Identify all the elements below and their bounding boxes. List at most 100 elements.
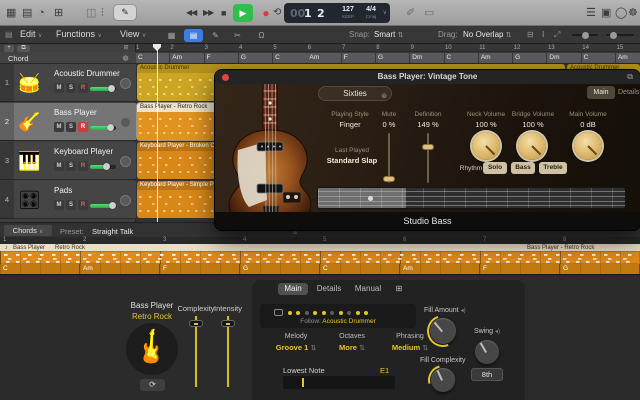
plugin-titlebar[interactable]: Bass Player: Vintage Tone ⧉: [215, 70, 640, 84]
chord-chip[interactable]: Am: [616, 53, 640, 63]
list-editors-icon[interactable]: ☰: [586, 5, 596, 21]
tuner-icon[interactable]: ✐: [406, 5, 415, 21]
track-header-acoustic-drummer[interactable]: 1 🥁 Acoustic Drummer M S R: [0, 64, 136, 102]
mute-slider[interactable]: [388, 133, 390, 183]
media-browser-icon[interactable]: ▣: [601, 5, 611, 21]
melody-value[interactable]: Groove 1 ⇅: [266, 343, 326, 352]
speaker-icon[interactable]: ◂): [495, 329, 500, 335]
library-icon[interactable]: ▤: [22, 5, 32, 21]
editors-toggle-icon[interactable]: ◫: [86, 5, 96, 21]
chord-chip[interactable]: C: [445, 53, 478, 63]
chord-chip[interactable]: F: [205, 53, 238, 63]
solo-button[interactable]: S: [66, 83, 76, 93]
catch-playhead-icon[interactable]: ⊟: [527, 30, 534, 39]
chord-chip[interactable]: C: [582, 53, 615, 63]
plugin-tab-details[interactable]: Details: [618, 89, 639, 96]
stop-button[interactable]: ■: [221, 4, 225, 22]
tab-main[interactable]: Main: [278, 283, 308, 295]
track-header-keyboard-player[interactable]: 3 🎹 Keyboard Player M S R: [0, 142, 136, 180]
solo-button[interactable]: S: [66, 161, 76, 171]
editor-ruler[interactable]: 12345678: [0, 237, 640, 244]
regenerate-button[interactable]: ⟳: [140, 379, 165, 391]
tab-manual[interactable]: Manual: [350, 283, 386, 295]
chord-cell[interactable]: C: [0, 264, 80, 274]
volume-slider[interactable]: [90, 204, 116, 208]
snap-dropdown[interactable]: Smart ⇅: [374, 30, 403, 39]
mute-button[interactable]: M: [54, 122, 64, 132]
chord-chip[interactable]: F: [342, 53, 375, 63]
quick-help-icon[interactable]: ◯: [615, 5, 627, 21]
volume-slider[interactable]: [90, 87, 116, 91]
bottom-preset-name[interactable]: Retro Rock: [112, 312, 192, 321]
chord-cell[interactable]: F: [160, 264, 240, 274]
mute-button[interactable]: M: [54, 161, 64, 171]
menu-functions[interactable]: Functions ∨: [56, 29, 102, 39]
record-enable-button[interactable]: R: [78, 161, 88, 171]
pencil-tool-icon[interactable]: ✎: [206, 29, 225, 42]
volume-slider[interactable]: [90, 126, 116, 130]
chord-chip[interactable]: G: [376, 53, 409, 63]
editor-grid-icon[interactable]: ⊞: [392, 283, 406, 295]
chord-chip[interactable]: C: [136, 53, 169, 63]
chord-chip[interactable]: Am: [170, 53, 203, 63]
rhythm-bass-button[interactable]: Bass: [511, 162, 535, 174]
fretboard-display[interactable]: [318, 188, 625, 208]
mixer-icon[interactable]: ⫶: [101, 5, 104, 21]
chord-cell[interactable]: G: [560, 264, 640, 274]
close-icon[interactable]: [222, 74, 229, 81]
quick-help-toggle-icon[interactable]: ◔: [38, 5, 45, 21]
record-enable-button[interactable]: R: [78, 200, 88, 210]
track-header-bass-player[interactable]: 2 🎸 Bass Player M S R: [0, 103, 136, 141]
notepad-button[interactable]: ✎: [114, 5, 136, 20]
solo-button[interactable]: S: [66, 200, 76, 210]
horizontal-zoom-slider[interactable]: [572, 34, 598, 36]
pan-knob[interactable]: [120, 117, 131, 128]
solo-button[interactable]: S: [66, 122, 76, 132]
editor-notes-lane[interactable]: [0, 251, 640, 264]
swing-rate-button[interactable]: 8th: [471, 368, 503, 381]
loop-browser-icon[interactable]: ⊞: [54, 5, 63, 21]
plugin-tab-main[interactable]: Main: [587, 86, 615, 99]
pan-knob[interactable]: [120, 195, 131, 206]
musician-icon[interactable]: Ω: [252, 29, 271, 42]
link-icon[interactable]: ⧉: [627, 72, 633, 82]
play-button[interactable]: ▶: [233, 4, 253, 22]
record-enable-button[interactable]: R: [78, 122, 88, 132]
chord-chip[interactable]: G: [239, 53, 272, 63]
mute-button[interactable]: M: [54, 83, 64, 93]
main-volume-knob[interactable]: [574, 132, 602, 160]
neck-volume-knob[interactable]: [472, 132, 500, 160]
count-in-icon[interactable]: ▭: [424, 5, 434, 21]
arrange-ruler[interactable]: 123456789101112131415: [136, 44, 640, 52]
chord-cell[interactable]: C: [320, 264, 400, 274]
chord-chip[interactable]: Dm: [547, 53, 580, 63]
chord-track-header[interactable]: Chord ☸: [0, 52, 136, 64]
track-header-pads[interactable]: 4 🎛 Pads M S R: [0, 181, 136, 219]
chord-cell[interactable]: F: [480, 264, 560, 274]
project-chooser-icon[interactable]: ▦: [6, 5, 16, 21]
record-enable-button[interactable]: R: [78, 83, 88, 93]
octaves-value[interactable]: More ⇅: [322, 343, 382, 352]
chord-chip[interactable]: C: [273, 53, 306, 63]
playhead[interactable]: [157, 44, 158, 222]
marquee-tool-icon[interactable]: Ⅰ: [542, 30, 544, 39]
lcd-display[interactable]: 00 1 2 127 KEEP 4/4 Cmaj ∨: [284, 3, 390, 23]
rhythm-solo-button[interactable]: Solo: [483, 162, 507, 174]
swing-knob[interactable]: [475, 340, 499, 364]
rewind-button[interactable]: ◀◀: [186, 4, 196, 22]
bass-player-plugin-window[interactable]: Bass Player: Vintage Tone ⧉: [215, 70, 640, 230]
complexity-slider[interactable]: [195, 316, 197, 387]
plugin-preset-dropdown[interactable]: Sixties ⊜: [318, 86, 392, 101]
chord-gear-icon[interactable]: ☸: [122, 54, 129, 63]
phrasing-value[interactable]: Medium ⇅: [380, 343, 440, 352]
chord-cell[interactable]: Am: [80, 264, 160, 274]
chord-chip[interactable]: G: [513, 53, 546, 63]
bridge-volume-knob[interactable]: [518, 132, 546, 160]
chord-chip[interactable]: Dm: [410, 53, 443, 63]
settings-icon[interactable]: ☸: [628, 5, 638, 21]
chords-dropdown[interactable]: Chords ∨: [4, 225, 52, 236]
pan-knob[interactable]: [120, 78, 131, 89]
forward-button[interactable]: ▶▶: [203, 4, 213, 22]
drag-dropdown[interactable]: No Overlap ⇅: [463, 30, 512, 39]
grid-view-icon[interactable]: ▦: [162, 29, 181, 42]
